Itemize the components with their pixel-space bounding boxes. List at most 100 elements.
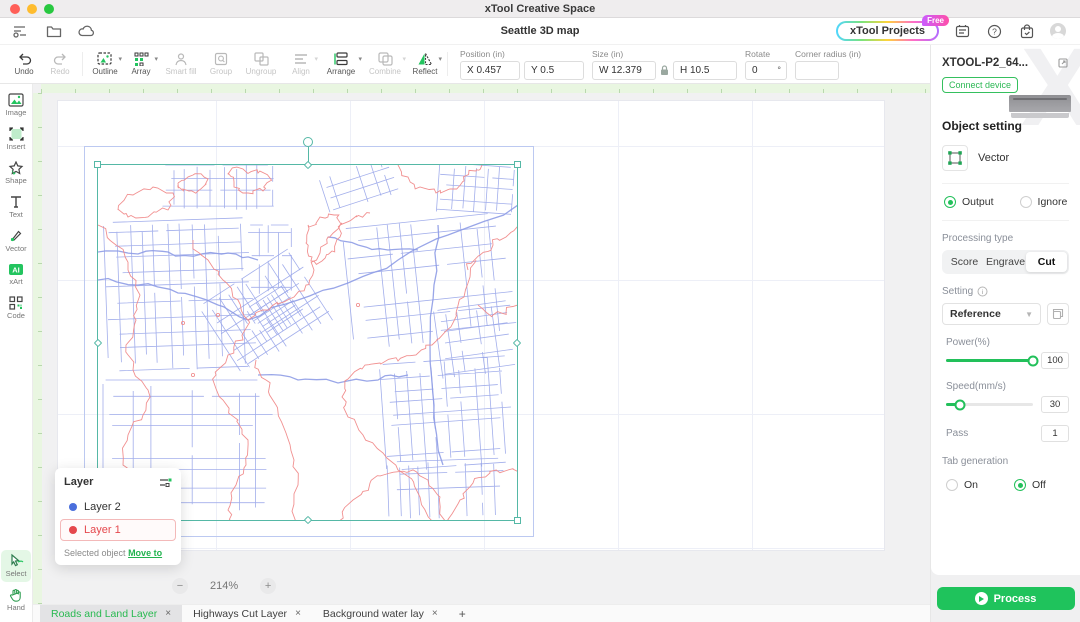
arrange-button[interactable]: ▾ Arrange [319,52,363,76]
handle-bottom-right[interactable] [514,517,521,524]
layer-panel-footer: Selected object Move to [55,542,181,558]
combine-button[interactable]: ▾ Combine [363,52,407,76]
mode-cut[interactable]: Cut [1026,252,1067,272]
tab-off-radio[interactable]: Off [1014,479,1046,491]
canvas[interactable]: Layer Layer 2 Layer 1 Selected [33,84,930,622]
sidebar-item-text[interactable]: Text [1,192,31,223]
help-icon[interactable]: ? [986,23,1003,40]
sidebar-item-insert[interactable]: Insert [1,124,31,155]
corner-radius-field[interactable] [795,61,839,80]
workspace[interactable] [57,100,885,551]
device-section: XTOOL-P2_64... Connect device [942,57,1069,93]
output-ignore-radios: Output Ignore [942,184,1069,221]
shape-icon [8,161,24,175]
whats-new-icon[interactable] [954,23,971,40]
handle-top-left[interactable] [94,161,101,168]
ignore-radio[interactable]: Ignore [1020,196,1068,208]
speed-value-box[interactable]: 30 [1041,396,1069,413]
position-group: Position (in) [460,49,584,80]
sidebar-item-hand[interactable]: Hand [1,585,31,616]
align-button[interactable]: ▾ Align [283,52,319,76]
array-button[interactable]: ▾ Array [123,52,159,76]
layer2-color-dot [69,503,77,511]
add-tab-button[interactable]: + [449,605,476,622]
output-radio[interactable]: Output [944,196,994,208]
play-icon [975,592,988,605]
outline-button[interactable]: ▾ Outline [87,52,123,76]
connect-device-button[interactable]: Connect device [942,77,1018,93]
close-tab-icon[interactable]: × [432,608,438,619]
xart-ai-icon: AI [8,263,24,276]
grid-line [752,101,753,550]
expand-device-icon[interactable] [1058,58,1068,68]
pass-value-box[interactable]: 1 [1041,425,1069,442]
tab-highways-cut-layer[interactable]: Highways Cut Layer × [182,605,312,622]
grid-line [58,548,884,549]
tab-on-radio[interactable]: On [946,479,978,491]
xtool-projects-button[interactable]: xTool Projects Free [836,21,939,41]
tab-roads-and-land-layer[interactable]: Roads and Land Layer × [40,605,182,622]
ungroup-button[interactable]: Ungroup [239,52,283,76]
power-slider-knob[interactable] [1028,355,1039,366]
processing-type-label: Processing type [942,233,1069,244]
info-icon[interactable]: i [977,286,988,297]
cloud-icon[interactable] [78,23,95,40]
mode-engrave[interactable]: Engrave [985,252,1026,272]
speed-slider[interactable] [946,403,1033,406]
object-type-label: Vector [978,152,1009,164]
size-w-field[interactable] [592,61,656,80]
folder-icon[interactable] [45,23,62,40]
vector-pen-icon [9,229,23,243]
reflect-button[interactable]: ▾ Reflect [407,52,443,76]
layer-panel: Layer Layer 2 Layer 1 Selected [55,468,181,565]
layer-row-layer2[interactable]: Layer 2 [60,496,176,518]
layer-row-layer1[interactable]: Layer 1 [60,519,176,541]
mode-score[interactable]: Score [944,252,985,272]
speed-slider-knob[interactable] [954,399,965,410]
seattle-map-vector[interactable] [98,165,517,520]
sidebar-item-vector[interactable]: Vector [1,226,31,257]
app-header: Seattle 3D map xTool Projects Free ? [0,18,1080,45]
process-button[interactable]: Process [937,587,1075,610]
sidebar-item-xart[interactable]: AI xArt [1,260,31,290]
position-x-field[interactable] [460,61,520,80]
sidebar-item-select[interactable]: Select [1,550,31,582]
smart-fill-button[interactable]: Smart fill [159,52,203,76]
store-icon[interactable] [1018,23,1035,40]
layer-filter-icon[interactable] [159,477,172,488]
power-value-box[interactable]: 100 [1041,352,1069,369]
select-cursor-icon [9,553,24,568]
avatar[interactable] [1050,23,1066,39]
close-tab-icon[interactable]: × [295,608,301,619]
sidebar-item-image[interactable]: Image [1,90,31,121]
zoom-out-button[interactable]: − [172,578,188,594]
move-to-link[interactable]: Move to [128,548,162,558]
zoom-in-button[interactable]: + [260,578,276,594]
rotation-handle[interactable] [303,137,313,147]
size-h-field[interactable] [673,61,737,80]
titlebar: xTool Creative Space [0,0,1080,18]
object-type-row[interactable]: Vector [942,145,1069,184]
object-setting-title: Object setting [942,119,1069,133]
menu-icon[interactable] [12,23,29,40]
lock-ratio-icon[interactable] [660,65,669,76]
vector-object-icon [942,145,968,171]
undo-button[interactable]: Undo [6,52,42,76]
power-slider-row: 100 [942,352,1069,369]
power-label: Power(%) [942,337,1069,348]
tab-background-water-layer[interactable]: Background water lay × [312,605,449,622]
preset-dropdown[interactable]: Reference ▼ [942,303,1041,325]
zoom-level[interactable]: 214% [210,580,238,592]
chevron-down-icon: ▼ [1025,310,1033,319]
handle-top-right[interactable] [514,161,521,168]
rotate-unit: ° [777,65,781,75]
position-y-field[interactable] [524,61,584,80]
sidebar-item-code[interactable]: Code [1,293,31,324]
sidebar-item-shape[interactable]: Shape [1,158,31,189]
image-icon [8,93,24,107]
power-slider[interactable] [946,359,1033,362]
material-library-icon[interactable] [1047,303,1069,325]
close-tab-icon[interactable]: × [165,608,171,619]
redo-button[interactable]: Redo [42,52,78,76]
group-button[interactable]: Group [203,52,239,76]
